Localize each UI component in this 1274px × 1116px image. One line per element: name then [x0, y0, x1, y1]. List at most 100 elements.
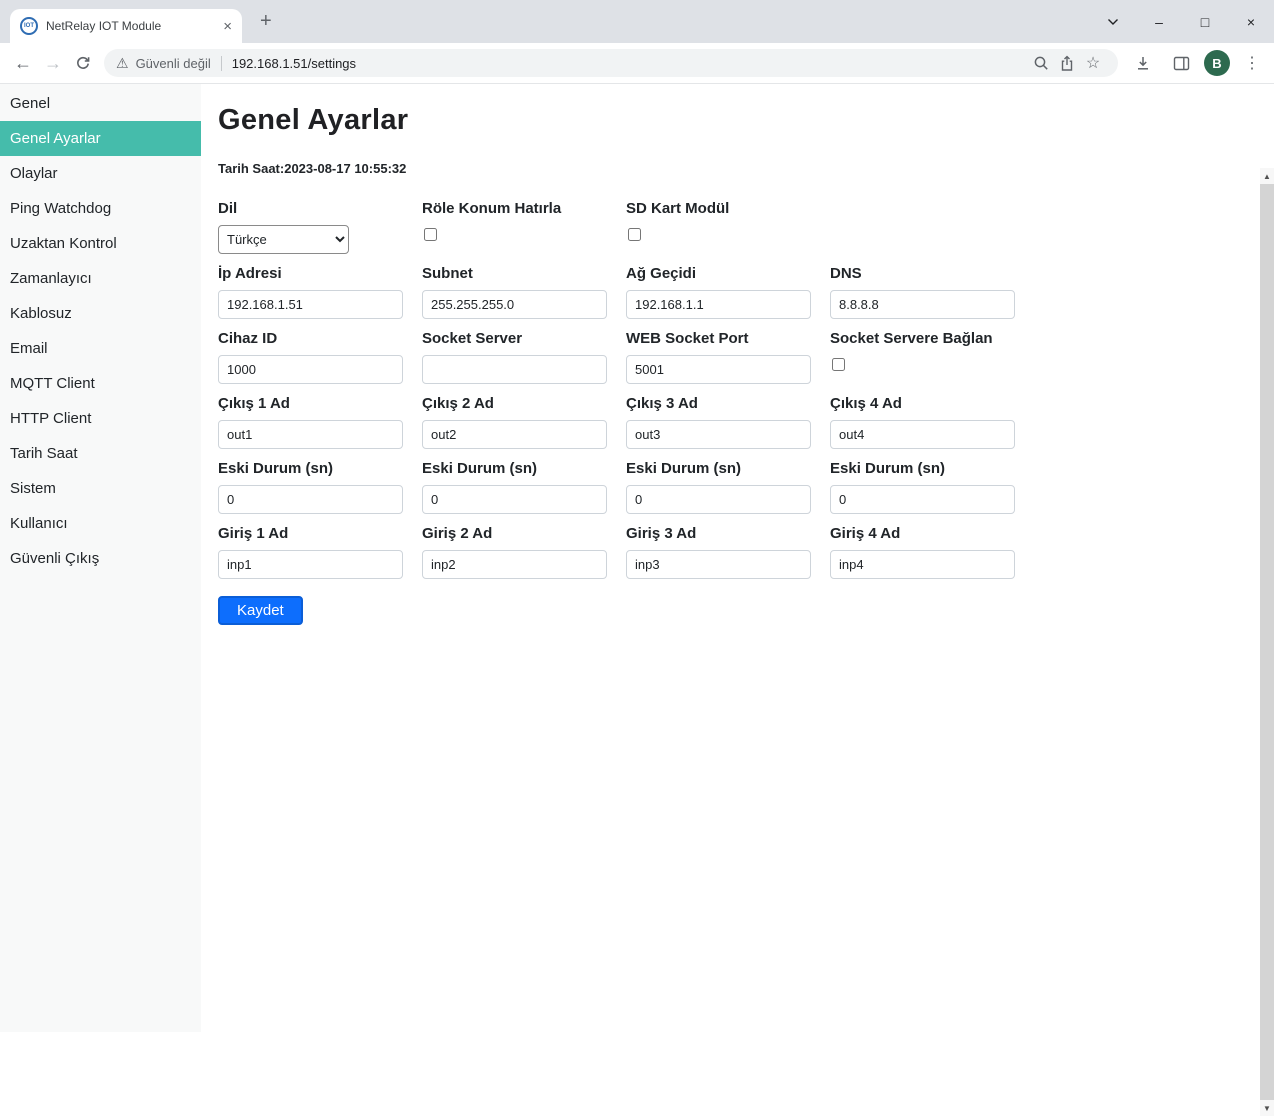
dil-label: Dil	[218, 200, 422, 217]
cikis-2-ad-input[interactable]	[422, 420, 607, 449]
cikis-4-ad-input[interactable]	[830, 420, 1015, 449]
dns-label: DNS	[830, 265, 1034, 282]
giris-4-ad-input[interactable]	[830, 550, 1015, 579]
field-eski-durum-2: Eski Durum (sn)	[422, 460, 626, 525]
field-web-socket-port: WEB Socket Port	[626, 330, 830, 395]
dns-input[interactable]	[830, 290, 1015, 319]
field-subnet: Subnet	[422, 265, 626, 330]
page-scrollbar[interactable]: ▲ ▼	[1260, 168, 1274, 1116]
sidebar-item-genel-ayarlar[interactable]: Genel Ayarlar	[0, 121, 201, 156]
eski-durum-2-input[interactable]	[422, 485, 607, 514]
page-body: Genel Genel Ayarlar Olaylar Ping Watchdo…	[0, 84, 1274, 1032]
sidebar-item-ping-watchdog[interactable]: Ping Watchdog	[0, 191, 201, 226]
field-cikis-3-ad: Çıkış 3 Ad	[626, 395, 830, 460]
eski-durum-3-input[interactable]	[626, 485, 811, 514]
iot-favicon-icon: IOT	[20, 17, 38, 35]
ip-adresi-label: İp Adresi	[218, 265, 422, 282]
socket-server-label: Socket Server	[422, 330, 626, 347]
not-secure-warning-icon: ⚠	[116, 55, 129, 72]
save-button[interactable]: Kaydet	[218, 596, 303, 625]
web-socket-port-input[interactable]	[626, 355, 811, 384]
sidebar-item-kablosuz[interactable]: Kablosuz	[0, 296, 201, 331]
sidebar-item-kullanici[interactable]: Kullanıcı	[0, 506, 201, 541]
giris-1-ad-label: Giriş 1 Ad	[218, 525, 422, 542]
download-icon[interactable]	[1128, 48, 1158, 78]
eski-durum-4-label: Eski Durum (sn)	[830, 460, 1034, 477]
subnet-input[interactable]	[422, 290, 607, 319]
field-socket-servere-baglan: Socket Servere Bağlan	[830, 330, 1034, 395]
giris-4-ad-label: Giriş 4 Ad	[830, 525, 1034, 542]
giris-2-ad-input[interactable]	[422, 550, 607, 579]
scroll-up-icon[interactable]: ▲	[1263, 168, 1271, 184]
search-icon[interactable]	[1028, 55, 1054, 71]
datetime-text: Tarih Saat:2023-08-17 10:55:32	[218, 161, 1274, 176]
field-empty	[830, 200, 1034, 265]
sd-kart-modul-checkbox[interactable]	[628, 228, 641, 241]
scrollbar-thumb[interactable]	[1260, 184, 1274, 1100]
close-button[interactable]: ×	[1228, 0, 1274, 43]
sidebar-item-mqtt-client[interactable]: MQTT Client	[0, 366, 201, 401]
giris-3-ad-input[interactable]	[626, 550, 811, 579]
field-cikis-2-ad: Çıkış 2 Ad	[422, 395, 626, 460]
field-cikis-4-ad: Çıkış 4 Ad	[830, 395, 1034, 460]
cihaz-id-input[interactable]	[218, 355, 403, 384]
tab-close-icon[interactable]: ×	[223, 19, 232, 34]
sidebar-item-email[interactable]: Email	[0, 331, 201, 366]
sidebar-item-zamanlayici[interactable]: Zamanlayıcı	[0, 261, 201, 296]
scroll-down-icon[interactable]: ▼	[1263, 1100, 1271, 1116]
field-cikis-1-ad: Çıkış 1 Ad	[218, 395, 422, 460]
sidebar-item-tarih-saat[interactable]: Tarih Saat	[0, 436, 201, 471]
page-title: Genel Ayarlar	[218, 104, 1274, 137]
cikis-4-ad-label: Çıkış 4 Ad	[830, 395, 1034, 412]
field-socket-server: Socket Server	[422, 330, 626, 395]
field-ag-gecidi: Ağ Geçidi	[626, 265, 830, 330]
back-icon[interactable]: ←	[8, 48, 38, 78]
eski-durum-1-input[interactable]	[218, 485, 403, 514]
cikis-1-ad-input[interactable]	[218, 420, 403, 449]
sidebar-item-http-client[interactable]: HTTP Client	[0, 401, 201, 436]
window-menu-chevron-icon[interactable]	[1090, 0, 1136, 43]
sidebar-item-sistem[interactable]: Sistem	[0, 471, 201, 506]
maximize-button[interactable]: □	[1182, 0, 1228, 43]
role-konum-hatirla-checkbox[interactable]	[424, 228, 437, 241]
field-eski-durum-3: Eski Durum (sn)	[626, 460, 830, 525]
field-role-konum-hatirla: Röle Konum Hatırla	[422, 200, 626, 265]
socket-server-input[interactable]	[422, 355, 607, 384]
role-konum-hatirla-label: Röle Konum Hatırla	[422, 200, 626, 217]
minimize-button[interactable]: –	[1136, 0, 1182, 43]
eski-durum-4-input[interactable]	[830, 485, 1015, 514]
socket-servere-baglan-checkbox[interactable]	[832, 358, 845, 371]
field-giris-3-ad: Giriş 3 Ad	[626, 525, 830, 590]
ag-gecidi-input[interactable]	[626, 290, 811, 319]
browser-navbar: ← → ⚠ Güvenli değil 192.168.1.51/setting…	[0, 43, 1274, 84]
browser-titlebar: IOT NetRelay IOT Module × + – □ ×	[0, 0, 1274, 43]
browser-tab[interactable]: IOT NetRelay IOT Module ×	[10, 9, 242, 43]
reload-icon[interactable]	[68, 48, 98, 78]
profile-avatar[interactable]: B	[1204, 50, 1230, 76]
field-sd-kart-modul: SD Kart Modül	[626, 200, 830, 265]
url-text[interactable]: 192.168.1.51/settings	[232, 56, 356, 71]
window-controls: – □ ×	[1090, 0, 1274, 43]
browser-menu-icon[interactable]: ⋮	[1238, 53, 1266, 73]
subnet-label: Subnet	[422, 265, 626, 282]
ip-adresi-input[interactable]	[218, 290, 403, 319]
cihaz-id-label: Cihaz ID	[218, 330, 422, 347]
sidebar-item-guvenli-cikis[interactable]: Güvenli Çıkış	[0, 541, 201, 576]
sidebar-item-uzaktan-kontrol[interactable]: Uzaktan Kontrol	[0, 226, 201, 261]
sidebar-item-olaylar[interactable]: Olaylar	[0, 156, 201, 191]
giris-1-ad-input[interactable]	[218, 550, 403, 579]
field-eski-durum-1: Eski Durum (sn)	[218, 460, 422, 525]
sidebar-nav: Genel Genel Ayarlar Olaylar Ping Watchdo…	[0, 84, 201, 1032]
field-giris-4-ad: Giriş 4 Ad	[830, 525, 1034, 590]
forward-icon[interactable]: →	[38, 48, 68, 78]
new-tab-button[interactable]: +	[260, 11, 272, 31]
bookmark-star-icon[interactable]: ☆	[1080, 53, 1106, 73]
share-icon[interactable]	[1054, 55, 1080, 72]
field-dil: Dil Türkçe	[218, 200, 422, 265]
eski-durum-3-label: Eski Durum (sn)	[626, 460, 830, 477]
dil-select[interactable]: Türkçe	[218, 225, 349, 254]
address-bar[interactable]: ⚠ Güvenli değil 192.168.1.51/settings ☆	[104, 49, 1118, 77]
cikis-3-ad-input[interactable]	[626, 420, 811, 449]
sidebar-item-genel[interactable]: Genel	[0, 86, 201, 121]
side-panel-icon[interactable]	[1166, 48, 1196, 78]
